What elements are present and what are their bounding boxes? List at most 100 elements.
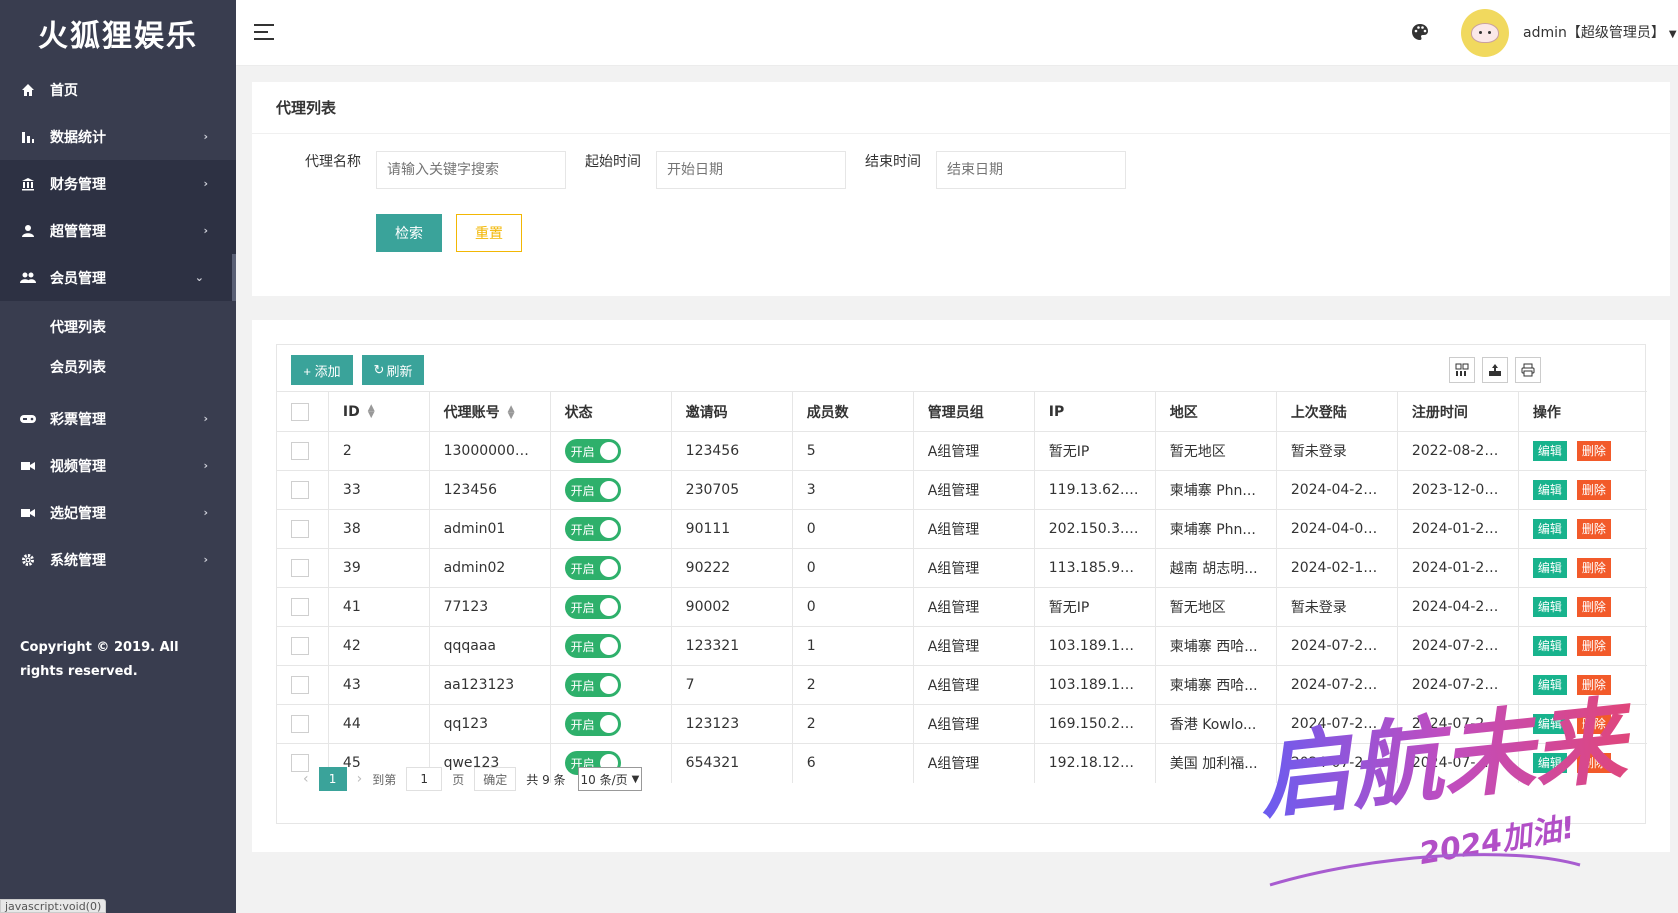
user-menu[interactable]: admin【超级管理员】 ▼ bbox=[1523, 22, 1677, 42]
row-checkbox-cell[interactable] bbox=[277, 626, 329, 666]
row-checkbox-cell[interactable] bbox=[277, 509, 329, 549]
cell-actions: 编辑 删除 bbox=[1518, 431, 1647, 471]
sidebar-item-members[interactable]: 会员管理 ⌄ bbox=[0, 254, 236, 301]
agent-name-input[interactable]: 请输入关键字搜索 bbox=[376, 151, 566, 189]
row-checkbox[interactable] bbox=[291, 637, 309, 655]
delete-button[interactable]: 删除 bbox=[1576, 480, 1611, 500]
delete-button[interactable]: 删除 bbox=[1576, 558, 1611, 578]
refresh-button[interactable]: ↻ 刷新 bbox=[362, 355, 424, 385]
sort-icon[interactable]: ▲ ▼ bbox=[368, 403, 375, 419]
sidebar-item-finance[interactable]: 财务管理 › bbox=[0, 160, 236, 207]
edit-button[interactable]: 编辑 bbox=[1532, 558, 1567, 578]
row-checkbox[interactable] bbox=[291, 598, 309, 616]
edit-button[interactable]: 编辑 bbox=[1532, 441, 1567, 461]
chevron-right-icon: › bbox=[203, 506, 208, 519]
delete-button[interactable]: 删除 bbox=[1576, 753, 1611, 774]
reset-button[interactable]: 重置 bbox=[456, 214, 522, 252]
sidebar-item-select[interactable]: 选妃管理 › bbox=[0, 489, 236, 536]
sidebar-subitem-members[interactable]: 会员列表 bbox=[0, 347, 236, 387]
cell-status: 开启 bbox=[550, 626, 672, 666]
select-all-checkbox[interactable] bbox=[291, 402, 309, 421]
row-checkbox-cell[interactable] bbox=[277, 704, 329, 744]
table-toolbar: + 添加 ↻ 刷新 bbox=[277, 345, 1645, 391]
goto-page-input[interactable]: 1 bbox=[406, 767, 443, 791]
delete-button[interactable]: 删除 bbox=[1576, 441, 1611, 461]
delete-button[interactable]: 删除 bbox=[1576, 714, 1611, 734]
row-checkbox[interactable] bbox=[291, 520, 309, 538]
edit-button[interactable]: 编辑 bbox=[1532, 519, 1567, 539]
cell-id: 33 bbox=[328, 470, 430, 510]
delete-button[interactable]: 删除 bbox=[1576, 675, 1611, 695]
status-toggle[interactable]: 开启 bbox=[564, 478, 621, 502]
export-icon[interactable] bbox=[1482, 357, 1508, 383]
row-checkbox[interactable] bbox=[291, 481, 309, 499]
sort-icon[interactable]: ▲ ▼ bbox=[508, 404, 515, 420]
row-checkbox[interactable] bbox=[291, 559, 309, 577]
start-date-input[interactable]: 开始日期 bbox=[656, 151, 846, 189]
cell-members: 0 bbox=[792, 548, 914, 588]
status-toggle[interactable]: 开启 bbox=[564, 439, 621, 463]
gamepad-icon bbox=[20, 411, 36, 427]
delete-button[interactable]: 删除 bbox=[1576, 519, 1611, 539]
col-header: 地区 bbox=[1155, 391, 1277, 432]
sidebar-item-system[interactable]: 系统管理 › bbox=[0, 536, 236, 583]
pagination: ‹ 1 › 到第 1 页 确定 共 9 条 10 条/页 ▼ bbox=[277, 759, 642, 799]
row-checkbox-cell[interactable] bbox=[277, 470, 329, 510]
row-checkbox[interactable] bbox=[291, 676, 309, 694]
columns-filter-icon[interactable] bbox=[1449, 357, 1475, 383]
select-all-checkbox-cell[interactable] bbox=[277, 391, 329, 432]
cell-group: A组管理 bbox=[913, 626, 1035, 666]
menu-toggle-icon[interactable] bbox=[254, 24, 274, 40]
cell-id: 41 bbox=[328, 587, 430, 627]
sidebar-item-lottery[interactable]: 彩票管理 › bbox=[0, 395, 236, 442]
status-toggle[interactable]: 开启 bbox=[564, 556, 621, 580]
sidebar-subitem-agents[interactable]: 代理列表 bbox=[0, 307, 236, 347]
sidebar-item-label: 视频管理 bbox=[50, 458, 106, 475]
status-toggle[interactable]: 开启 bbox=[564, 517, 621, 541]
cell-ip: 169.150.22... bbox=[1034, 704, 1156, 744]
delete-button[interactable]: 删除 bbox=[1576, 636, 1611, 656]
sidebar-item-stats[interactable]: 数据统计 › bbox=[0, 113, 236, 160]
sidebar-item-admin[interactable]: 超管管理 › bbox=[0, 207, 236, 254]
prev-page-icon[interactable]: ‹ bbox=[303, 771, 309, 787]
print-icon[interactable] bbox=[1515, 357, 1541, 383]
table-row: 39 admin02 开启 90222 0 A组管理 113.185.95.... 越南 胡志… bbox=[277, 548, 1647, 588]
status-toggle[interactable]: 开启 bbox=[564, 712, 621, 736]
row-checkbox-cell[interactable] bbox=[277, 665, 329, 705]
sidebar-item-home[interactable]: 首页 bbox=[0, 66, 236, 113]
edit-button[interactable]: 编辑 bbox=[1532, 675, 1567, 695]
row-checkbox[interactable] bbox=[291, 715, 309, 733]
status-toggle[interactable]: 开启 bbox=[564, 634, 621, 658]
row-checkbox-cell[interactable] bbox=[277, 548, 329, 588]
status-bar: javascript:void(0) bbox=[0, 899, 107, 913]
search-button[interactable]: 检索 bbox=[376, 214, 442, 252]
sidebar-item-label: 数据统计 bbox=[50, 129, 106, 146]
confirm-button[interactable]: 确定 bbox=[474, 767, 517, 791]
status-toggle[interactable]: 开启 bbox=[564, 595, 621, 619]
end-date-input[interactable]: 结束日期 bbox=[936, 151, 1126, 189]
status-toggle[interactable]: 开启 bbox=[564, 673, 621, 697]
edit-button[interactable]: 编辑 bbox=[1532, 636, 1567, 656]
table-row: 33 123456 开启 230705 3 A组管理 119.13.62.191 柬埔寨 Ph… bbox=[277, 470, 1647, 510]
delete-button[interactable]: 删除 bbox=[1576, 597, 1611, 617]
palette-icon[interactable] bbox=[1410, 22, 1430, 42]
cell-account: qq123 bbox=[429, 704, 551, 744]
edit-button[interactable]: 编辑 bbox=[1532, 714, 1567, 734]
chevron-down-icon: ⌄ bbox=[194, 271, 204, 284]
edit-button[interactable]: 编辑 bbox=[1532, 753, 1567, 774]
sidebar-item-video[interactable]: 视频管理 › bbox=[0, 442, 236, 489]
col-header[interactable]: ID ▲ ▼ bbox=[328, 391, 430, 432]
row-checkbox[interactable] bbox=[291, 442, 309, 460]
row-checkbox-cell[interactable] bbox=[277, 431, 329, 471]
refresh-icon: ↻ bbox=[373, 362, 385, 377]
col-header[interactable]: 代理账号 ▲ ▼ bbox=[429, 391, 551, 432]
avatar[interactable] bbox=[1461, 9, 1509, 57]
page-1-button[interactable]: 1 bbox=[318, 767, 347, 791]
edit-button[interactable]: 编辑 bbox=[1532, 597, 1567, 617]
add-button[interactable]: + 添加 bbox=[291, 355, 353, 385]
next-page-icon[interactable]: › bbox=[357, 771, 363, 787]
page-size-select[interactable]: 10 条/页 ▼ bbox=[577, 767, 642, 791]
row-checkbox-cell[interactable] bbox=[277, 587, 329, 627]
edit-button[interactable]: 编辑 bbox=[1532, 480, 1567, 500]
cell-registered: 2023-12-04... bbox=[1397, 470, 1519, 510]
